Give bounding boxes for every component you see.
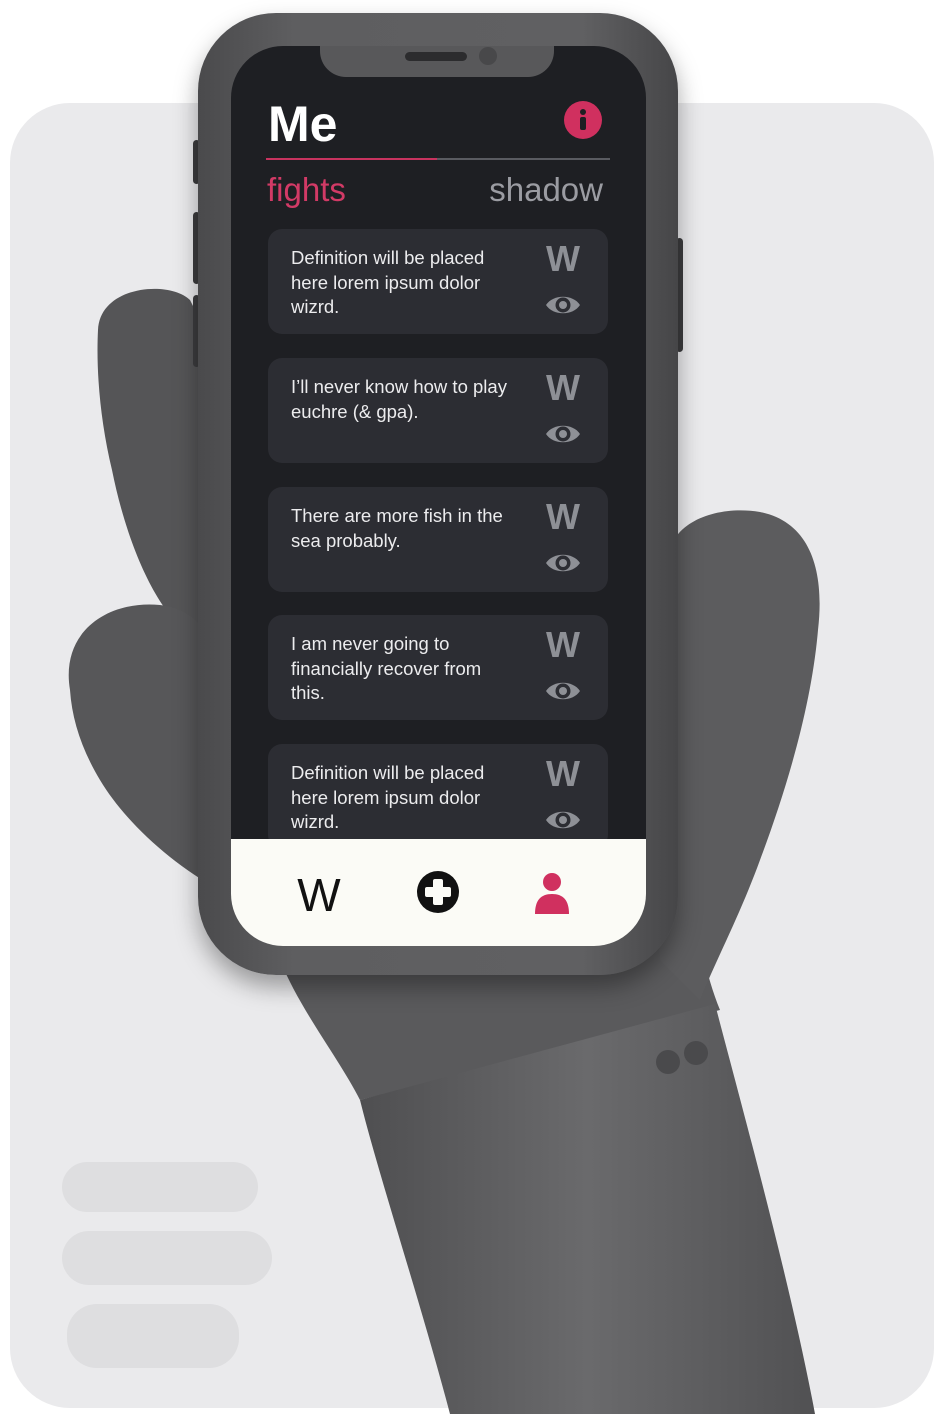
w-badge: W <box>546 496 580 537</box>
card-text: Definition will be placed here lorem ips… <box>291 247 485 317</box>
card-text: I’ll never know how to play euchre (& gp… <box>291 376 507 422</box>
phone-camera <box>479 47 497 65</box>
active-tab-indicator <box>266 158 437 160</box>
tab-fights[interactable]: fights <box>267 170 346 210</box>
eye-icon[interactable] <box>544 806 582 834</box>
page-title: Me <box>268 96 338 152</box>
phone-notch <box>320 46 554 77</box>
plus-circle-icon[interactable] <box>417 871 459 913</box>
tab-underline <box>266 158 610 160</box>
card-text: I am never going to financially recover … <box>291 633 482 703</box>
bottom-nav: W <box>231 839 646 946</box>
list-item[interactable]: I am never going to financially recover … <box>268 615 608 720</box>
list-item[interactable]: Definition will be placed here lorem ips… <box>268 229 608 334</box>
phone-speaker <box>405 52 467 61</box>
w-badge: W <box>546 238 580 279</box>
eye-icon[interactable] <box>544 677 582 705</box>
list-item[interactable]: Definition will be placed here lorem ips… <box>268 744 608 849</box>
eye-icon[interactable] <box>544 549 582 577</box>
tab-shadow[interactable]: shadow <box>489 170 603 210</box>
nav-home-w-button[interactable]: W <box>297 869 341 921</box>
info-icon <box>580 109 586 130</box>
card-text: There are more fish in the sea probably. <box>291 505 503 551</box>
card-text: Definition will be placed here lorem ips… <box>291 762 485 832</box>
w-badge: W <box>546 367 580 408</box>
eye-icon[interactable] <box>544 291 582 319</box>
info-button[interactable] <box>564 101 602 139</box>
list-item[interactable]: I’ll never know how to play euchre (& gp… <box>268 358 608 463</box>
eye-icon[interactable] <box>544 420 582 448</box>
list-item[interactable]: There are more fish in the sea probably.… <box>268 487 608 592</box>
person-icon[interactable] <box>533 872 571 914</box>
w-badge: W <box>546 753 580 794</box>
w-badge: W <box>546 624 580 665</box>
phone-screen: Me fights shadow Definition will be plac… <box>231 46 646 946</box>
